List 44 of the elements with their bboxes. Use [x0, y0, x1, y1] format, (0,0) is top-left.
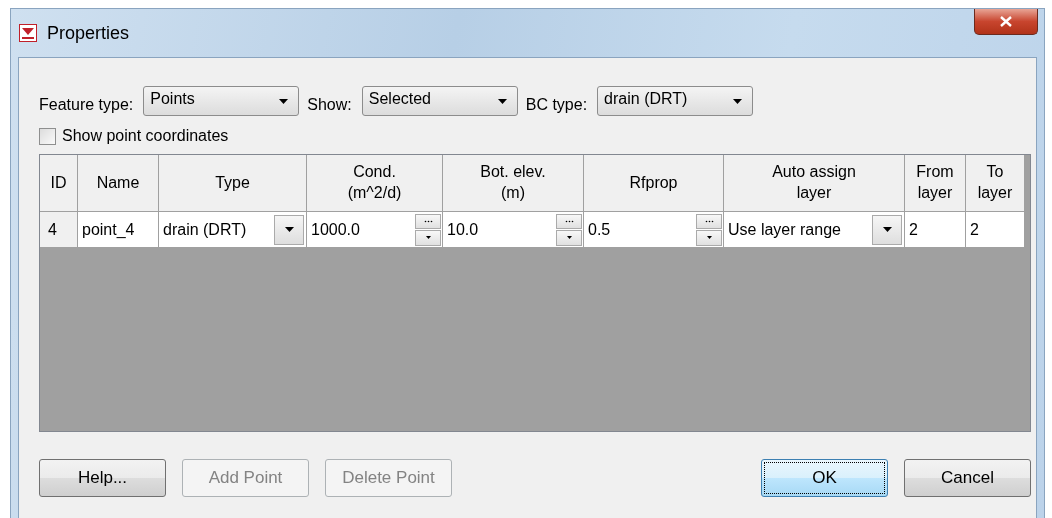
filter-label: Show: — [307, 96, 352, 114]
column-header: ID — [40, 155, 78, 212]
dialog-button[interactable]: Cancel — [904, 459, 1031, 497]
dropdown-button[interactable] — [872, 214, 902, 245]
close-icon — [1000, 16, 1012, 27]
caret-icon — [279, 98, 289, 104]
close-button[interactable] — [974, 9, 1038, 35]
filter-label: BC type: — [525, 96, 588, 114]
column-header: Rfprop — [584, 155, 724, 212]
table-cell[interactable]: 2 — [966, 212, 1025, 248]
caret-icon — [733, 98, 743, 104]
caret-icon — [284, 227, 294, 232]
column-header: From layer — [905, 155, 966, 212]
row-id-cell: 4 — [40, 212, 78, 248]
caret-icon — [425, 236, 431, 240]
spinner-control[interactable] — [415, 213, 441, 246]
table-cell[interactable]: point_4 — [78, 212, 159, 248]
ellipsis-icon — [704, 219, 714, 223]
checkbox-label: Show point coordinates — [62, 127, 229, 145]
column-header: Auto assign layer — [724, 155, 905, 212]
ellipsis-icon — [564, 219, 574, 223]
dialog-button[interactable]: Help... — [39, 459, 166, 497]
dropdown[interactable]: drain (DRT) — [597, 86, 754, 116]
dropdown[interactable]: Points — [143, 86, 300, 116]
dropdown[interactable]: Selected — [361, 86, 518, 116]
column-header: To layer — [966, 155, 1025, 212]
column-header: Bot. elev. (m) — [443, 155, 584, 212]
caret-icon — [566, 236, 572, 240]
column-header: Type — [159, 155, 307, 212]
table-cell[interactable]: 2 — [905, 212, 966, 248]
dialog-button[interactable]: OK — [761, 459, 888, 497]
caret-icon — [706, 236, 712, 240]
ellipsis-icon — [423, 219, 433, 223]
column-header: Cond. (m^2/d) — [307, 155, 443, 212]
dropdown-button[interactable] — [274, 214, 304, 245]
app-icon — [19, 24, 37, 42]
checkbox[interactable] — [39, 127, 56, 145]
filter-label: Feature type: — [39, 96, 134, 114]
spinner-control[interactable] — [556, 213, 582, 246]
caret-icon — [882, 227, 892, 232]
window-title: Properties — [47, 22, 130, 44]
column-header: Name — [78, 155, 159, 212]
spinner-control[interactable] — [696, 213, 722, 246]
caret-icon — [497, 98, 507, 104]
